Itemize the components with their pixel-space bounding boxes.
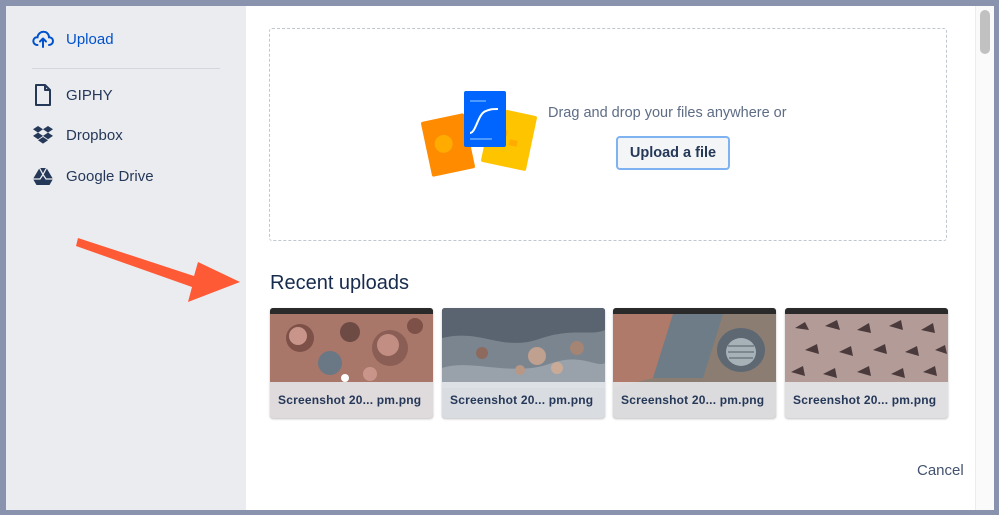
files-illustration-icon: [421, 91, 537, 177]
dropzone[interactable]: Drag and drop your files anywhere or Upl…: [269, 28, 947, 241]
thumbnail-filename: Screenshot 20... pm.png: [442, 382, 605, 418]
recent-upload-item[interactable]: Screenshot 20... pm.png: [270, 308, 433, 418]
dropbox-icon: [32, 124, 54, 146]
cancel-button[interactable]: Cancel: [917, 462, 964, 479]
cloud-upload-icon: [32, 28, 54, 50]
sidebar-item-label: GIPHY: [66, 86, 113, 104]
annotation-arrow: [76, 238, 240, 302]
thumbnail-filename: Screenshot 20... pm.png: [270, 382, 433, 418]
recent-upload-item[interactable]: Screenshot 20... pm.png: [785, 308, 948, 418]
sidebar-item-label: Dropbox: [66, 126, 123, 144]
scrollbar-thumb[interactable]: [980, 10, 990, 54]
media-picker-dialog: Upload GIPHY Dropbox Google Drive Drag a…: [6, 6, 994, 510]
sidebar-item-label: Google Drive: [66, 167, 154, 185]
sidebar-item-giphy[interactable]: GIPHY: [32, 82, 113, 108]
sidebar-divider: [32, 68, 220, 69]
sidebar-item-upload[interactable]: Upload: [32, 26, 114, 52]
google-drive-icon: [32, 165, 54, 187]
thumbnail-filename: Screenshot 20... pm.png: [785, 382, 948, 418]
sidebar-item-dropbox[interactable]: Dropbox: [32, 122, 123, 148]
recent-upload-item[interactable]: Screenshot 20... pm.png: [442, 308, 605, 418]
document-icon: [32, 84, 54, 106]
dropzone-instructions: Drag and drop your files anywhere or: [548, 105, 787, 121]
recent-upload-item[interactable]: Screenshot 20... pm.png: [613, 308, 776, 418]
upload-file-button[interactable]: Upload a file: [616, 136, 730, 170]
thumbnail-filename: Screenshot 20... pm.png: [613, 382, 776, 418]
sidebar-item-label: Upload: [66, 30, 114, 48]
sidebar-item-google-drive[interactable]: Google Drive: [32, 163, 154, 189]
scrollbar[interactable]: [975, 6, 994, 510]
recent-uploads-heading: Recent uploads: [270, 272, 409, 294]
